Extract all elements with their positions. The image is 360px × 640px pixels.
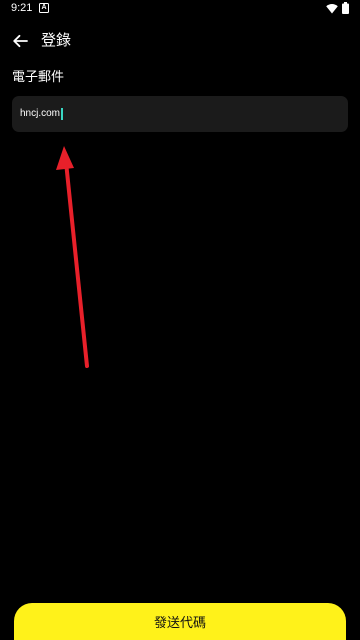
email-label: 電子郵件 [12,70,65,85]
arrow-left-icon [13,34,28,48]
text-cursor [61,108,63,120]
email-input-value: hncj.com [20,108,61,119]
email-input[interactable]: hncj.com [12,96,348,132]
status-bar: 9:21 A [0,0,360,18]
battery-icon [342,2,349,14]
notification-icon: A [39,3,49,13]
page-title: 登錄 [41,31,72,49]
wifi-icon [326,3,338,14]
status-time: 9:21 [11,2,33,14]
top-app-bar: 登錄 [0,25,360,57]
back-button[interactable] [6,27,34,55]
send-code-button[interactable]: 發送代碼 [14,603,346,640]
